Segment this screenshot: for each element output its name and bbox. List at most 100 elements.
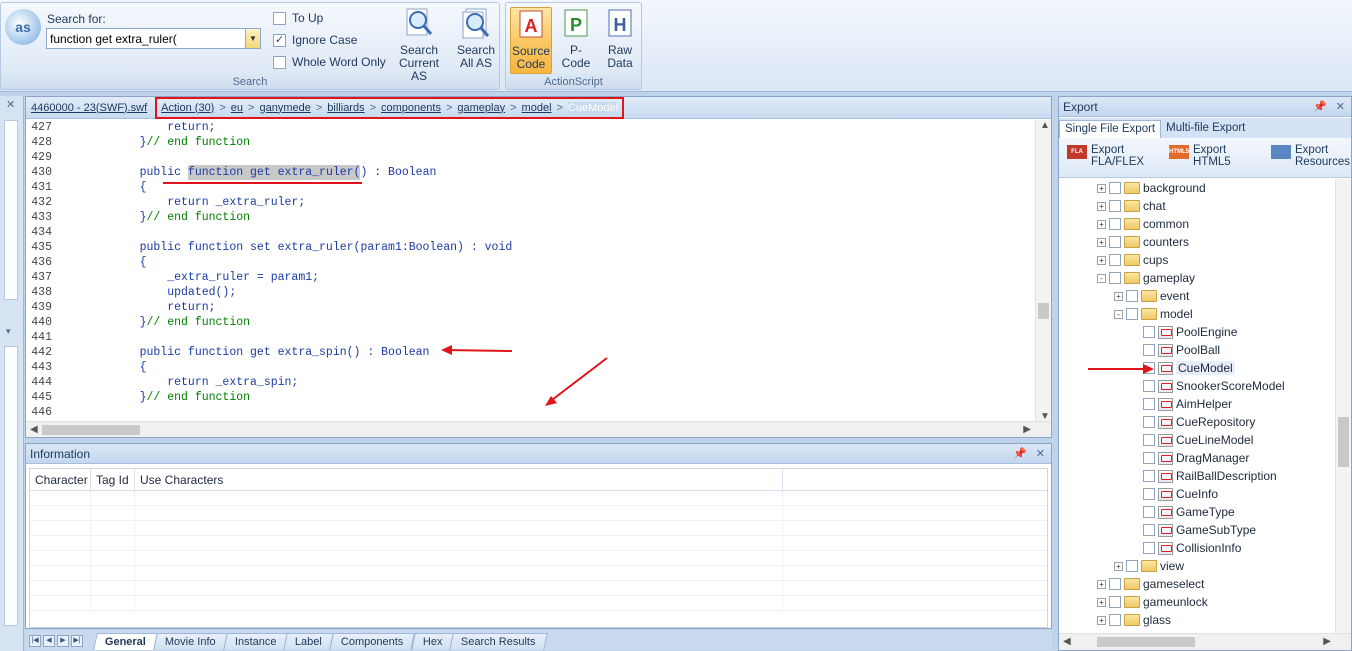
tree-item[interactable]: PoolEngine [1131, 323, 1237, 341]
export-fla-button[interactable]: FLA Export FLA/FLEX [1067, 144, 1144, 168]
editor-horizontal-scrollbar[interactable]: ◀ ▶ [26, 421, 1051, 437]
whole-word-checkbox[interactable] [273, 55, 286, 69]
tree-item[interactable]: PoolBall [1131, 341, 1220, 359]
breadcrumb-item[interactable]: CueModel [567, 101, 619, 114]
tab-movie-info[interactable]: Movie Info [153, 633, 228, 650]
next-tab-icon[interactable]: ▶ [57, 635, 69, 647]
close-icon[interactable]: ✕ [6, 98, 15, 111]
tree-folder[interactable]: + gameunlock [1097, 593, 1208, 611]
expand-icon[interactable]: + [1114, 561, 1123, 571]
breadcrumb-file[interactable]: 4460000 - 23(SWF).swf [31, 102, 147, 114]
tree-item[interactable]: AimHelper [1131, 395, 1232, 413]
column-extra[interactable] [783, 469, 1047, 490]
tree-checkbox[interactable] [1143, 524, 1155, 536]
breadcrumb-item[interactable]: model [522, 102, 552, 114]
expand-icon[interactable]: + [1097, 579, 1106, 589]
scroll-thumb[interactable] [1338, 417, 1349, 467]
collapse-icon[interactable]: - [1114, 309, 1123, 319]
tree-checkbox[interactable] [1143, 398, 1155, 410]
tree-checkbox[interactable] [1109, 182, 1121, 194]
last-tab-icon[interactable]: ▶| [71, 635, 83, 647]
breadcrumb-item[interactable]: components [381, 102, 441, 114]
tree-checkbox[interactable] [1109, 272, 1121, 284]
tree-horizontal-scrollbar[interactable]: ◀ ▶ [1059, 633, 1351, 650]
chevron-down-icon[interactable]: ▾ [6, 326, 11, 337]
tree-vertical-scrollbar[interactable] [1335, 179, 1351, 634]
tree-checkbox[interactable] [1126, 290, 1138, 302]
tree-item[interactable]: DragManager [1131, 449, 1249, 467]
pin-icon[interactable]: 📌 [1013, 448, 1027, 460]
ignore-case-option[interactable]: ✓ Ignore Case [273, 31, 357, 49]
left-panel-scrollbar-2[interactable] [4, 346, 18, 626]
tree-folder[interactable]: - gameplay [1097, 269, 1195, 287]
tree-item[interactable]: GameType [1131, 503, 1235, 521]
p-code-button[interactable]: P P-Code [556, 7, 596, 70]
tree-item[interactable]: RailBallDescription [1131, 467, 1277, 485]
tree-folder[interactable]: - model [1114, 305, 1193, 323]
expand-icon[interactable]: + [1097, 615, 1106, 625]
tab-hex[interactable]: Hex [410, 633, 454, 650]
breadcrumb-item[interactable]: billiards [327, 102, 364, 114]
source-code-button[interactable]: A Source Code [510, 7, 552, 74]
tree-item[interactable]: CueLineModel [1131, 431, 1253, 449]
tab-label[interactable]: Label [283, 633, 335, 650]
tab-components[interactable]: Components [329, 633, 416, 650]
whole-word-option[interactable]: Whole Word Only [273, 53, 386, 71]
tree-checkbox[interactable] [1109, 218, 1121, 230]
prev-tab-icon[interactable]: ◀ [43, 635, 55, 647]
tree-checkbox[interactable] [1126, 560, 1138, 572]
to-up-option[interactable]: To Up [273, 9, 323, 27]
tab-multi-file-export[interactable]: Multi-file Export [1161, 120, 1250, 138]
tree-folder[interactable]: + background [1097, 179, 1206, 197]
tree-checkbox[interactable] [1143, 488, 1155, 500]
breadcrumb-item[interactable]: ganymede [259, 102, 310, 114]
tree-folder[interactable]: + counters [1097, 233, 1189, 251]
editor-vertical-scrollbar[interactable]: ▲ ▼ [1035, 120, 1051, 422]
close-icon[interactable]: ✕ [1336, 101, 1345, 113]
column-character[interactable]: Character [30, 469, 91, 490]
first-tab-icon[interactable]: |◀ [29, 635, 41, 647]
expand-icon[interactable]: + [1097, 597, 1106, 607]
tree-checkbox[interactable] [1143, 470, 1155, 482]
tree-checkbox[interactable] [1143, 362, 1155, 374]
tree-folder[interactable]: + event [1114, 287, 1189, 305]
tree-item[interactable]: SnookerScoreModel [1131, 377, 1285, 395]
expand-icon[interactable]: + [1097, 255, 1106, 265]
tree-folder[interactable]: + gameselect [1097, 575, 1204, 593]
to-up-checkbox[interactable] [273, 11, 286, 25]
close-icon[interactable]: ✕ [1036, 448, 1045, 460]
tree-folder[interactable]: + glass [1097, 611, 1171, 629]
breadcrumb-item[interactable]: eu [231, 102, 243, 114]
search-current-as-button[interactable]: Search Current AS [391, 7, 447, 83]
scroll-right-icon[interactable]: ▶ [1023, 424, 1031, 435]
scroll-left-icon[interactable]: ◀ [1063, 636, 1071, 647]
tab-search-results[interactable]: Search Results [449, 633, 548, 650]
tree-checkbox[interactable] [1109, 596, 1121, 608]
search-all-as-button[interactable]: Search All AS [453, 7, 499, 70]
column-use-characters[interactable]: Use Characters [135, 469, 783, 490]
search-combobox[interactable]: ▼ [46, 28, 261, 49]
code-area[interactable]: 427 return; 428 }// end function 429 430 pu… [26, 120, 1034, 422]
expand-icon[interactable]: + [1097, 201, 1106, 211]
tree-checkbox[interactable] [1109, 614, 1121, 626]
tree-checkbox[interactable] [1109, 236, 1121, 248]
scroll-left-icon[interactable]: ◀ [30, 424, 38, 435]
tree-checkbox[interactable] [1109, 254, 1121, 266]
tree-checkbox[interactable] [1109, 200, 1121, 212]
collapse-icon[interactable]: - [1097, 273, 1106, 283]
tree-item[interactable]: CollisionInfo [1131, 539, 1241, 557]
tree-folder[interactable]: + common [1097, 215, 1189, 233]
tree-checkbox[interactable] [1143, 380, 1155, 392]
tree-checkbox[interactable] [1143, 542, 1155, 554]
expand-icon[interactable]: + [1114, 291, 1123, 301]
search-input[interactable] [47, 29, 242, 48]
tree-folder[interactable]: + cups [1097, 251, 1168, 269]
scroll-thumb[interactable] [1038, 303, 1049, 319]
expand-icon[interactable]: + [1097, 237, 1106, 247]
tree-checkbox[interactable] [1143, 452, 1155, 464]
scroll-up-icon[interactable]: ▲ [1040, 120, 1050, 131]
tree-item[interactable]: GameSubType [1131, 521, 1256, 539]
breadcrumb-item[interactable]: gameplay [457, 102, 505, 114]
export-resources-button[interactable]: Export Resources [1271, 144, 1350, 168]
tab-general[interactable]: General [93, 633, 158, 650]
